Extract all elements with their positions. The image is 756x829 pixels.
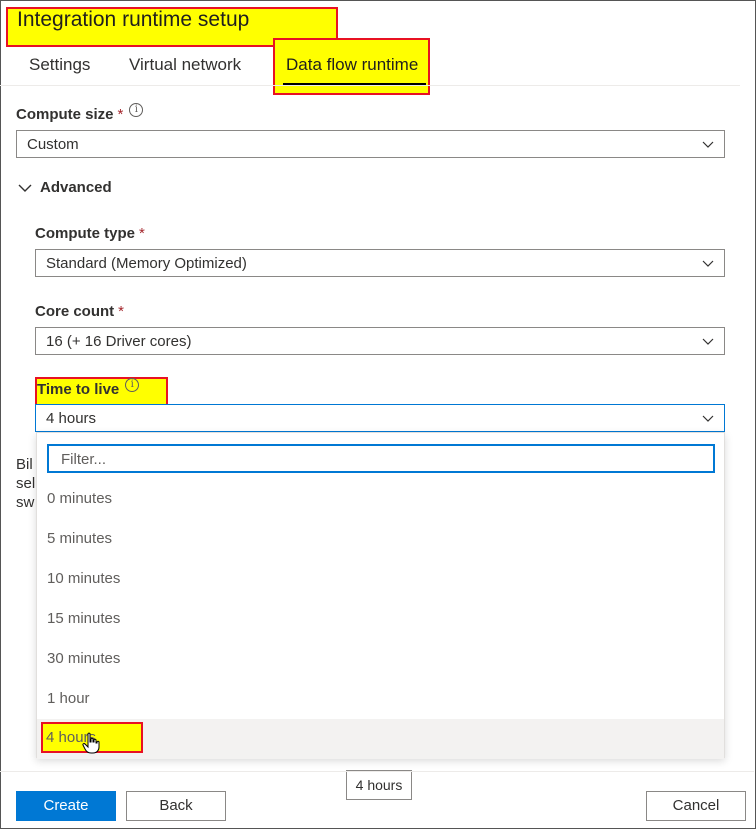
chevron-down-icon	[702, 260, 714, 267]
required-marker: *	[139, 225, 145, 242]
chevron-down-icon	[702, 415, 714, 422]
compute-type-select[interactable]: Standard (Memory Optimized)	[35, 249, 725, 277]
time-to-live-select[interactable]: 4 hours	[35, 404, 725, 432]
core-count-label: Core count *	[35, 303, 124, 320]
chevron-down-icon	[702, 338, 714, 345]
footer-divider	[0, 771, 754, 772]
option-label: 1 hour	[47, 690, 90, 707]
cancel-button[interactable]: Cancel	[646, 791, 746, 821]
advanced-toggle[interactable]: Advanced	[18, 179, 112, 196]
billing-text-line: Bil	[16, 456, 33, 473]
option-label: 0 minutes	[47, 490, 113, 507]
tab-virtual-network[interactable]: Virtual network	[129, 55, 241, 75]
core-count-value: 16 (+ 16 Driver cores)	[46, 333, 192, 350]
billing-text-line: sel	[16, 475, 36, 492]
compute-size-label: Compute size * i	[16, 103, 144, 123]
compute-size-label-text: Compute size	[16, 106, 114, 123]
compute-size-value: Custom	[27, 136, 79, 153]
option-30-minutes[interactable]: 30 minutes	[37, 639, 724, 679]
option-label: 15 minutes	[47, 610, 121, 627]
core-count-label-text: Core count	[35, 303, 115, 320]
time-to-live-label: Time to live i	[37, 378, 140, 398]
tab-settings[interactable]: Settings	[29, 55, 90, 75]
compute-type-label-text: Compute type	[35, 225, 136, 242]
compute-size-select[interactable]: Custom	[16, 130, 725, 158]
tooltip: 4 hours	[346, 770, 412, 800]
time-to-live-dropdown: 0 minutes 5 minutes 10 minutes 15 minute…	[36, 432, 725, 759]
option-0-minutes[interactable]: 0 minutes	[37, 479, 724, 519]
option-15-minutes[interactable]: 15 minutes	[37, 599, 724, 639]
tab-bar: Settings Virtual network Data flow runti…	[0, 50, 740, 86]
option-1-hour[interactable]: 1 hour	[37, 679, 724, 719]
chevron-down-icon	[18, 184, 32, 193]
filter-input[interactable]	[59, 450, 699, 469]
option-label: 30 minutes	[47, 650, 121, 667]
create-button[interactable]: Create	[16, 791, 116, 821]
info-icon[interactable]: i	[129, 103, 144, 117]
filter-box	[47, 444, 715, 473]
page-title: Integration runtime setup	[17, 8, 250, 31]
option-5-minutes[interactable]: 5 minutes	[37, 519, 724, 559]
billing-text: Bil sel sw	[16, 455, 35, 512]
info-icon[interactable]: i	[125, 378, 140, 392]
chevron-down-icon	[702, 141, 714, 148]
hand-pointer-icon	[82, 732, 100, 754]
back-button[interactable]: Back	[126, 791, 226, 821]
option-10-minutes[interactable]: 10 minutes	[37, 559, 724, 599]
compute-type-label: Compute type *	[35, 225, 145, 242]
option-label: 10 minutes	[47, 570, 121, 587]
required-marker: *	[117, 106, 124, 123]
advanced-label: Advanced	[40, 179, 112, 196]
option-label: 5 minutes	[47, 530, 113, 547]
compute-type-value: Standard (Memory Optimized)	[46, 255, 247, 272]
required-marker: *	[118, 303, 125, 320]
billing-text-line: sw	[16, 494, 35, 511]
tab-data-flow-runtime[interactable]: Data flow runtime	[286, 55, 418, 75]
core-count-select[interactable]: 16 (+ 16 Driver cores)	[35, 327, 725, 355]
time-to-live-label-text: Time to live	[37, 381, 120, 398]
active-tab-indicator	[283, 83, 426, 85]
time-to-live-value: 4 hours	[46, 410, 97, 427]
